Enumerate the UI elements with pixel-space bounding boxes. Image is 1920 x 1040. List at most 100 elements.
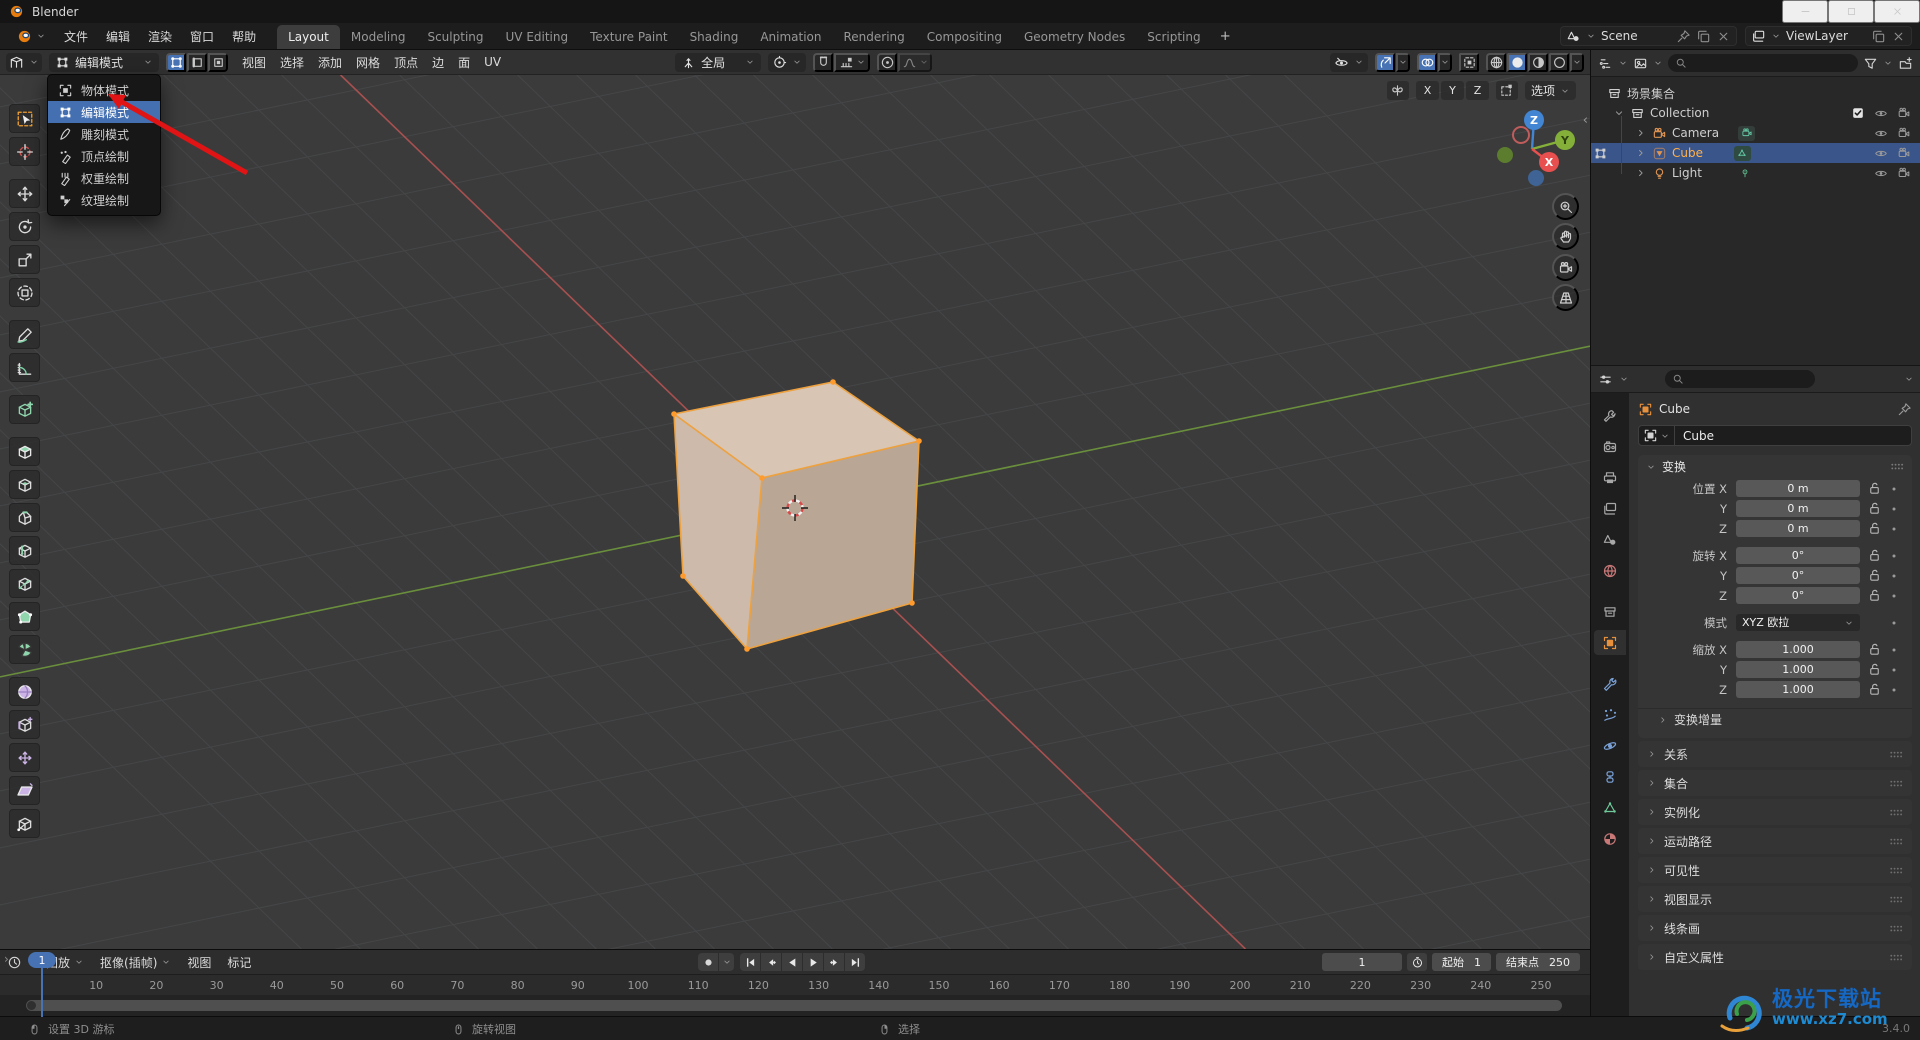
tab-collection[interactable]: [1594, 599, 1626, 624]
drag-dots-icon[interactable]: [1888, 921, 1903, 936]
value-field[interactable]: 1.000: [1736, 661, 1860, 678]
tab-tool[interactable]: [1594, 403, 1626, 428]
copy-icon[interactable]: [1696, 29, 1711, 44]
cube-object[interactable]: [0, 75, 1590, 949]
tab-constraints[interactable]: [1594, 764, 1626, 789]
end-frame-field[interactable]: 结束点 250: [1496, 953, 1580, 971]
lock-open-icon[interactable]: [1867, 662, 1882, 677]
tool-button[interactable]: [9, 635, 40, 664]
remove-icon[interactable]: [1891, 29, 1906, 44]
collapse-arrow-icon[interactable]: [1613, 107, 1625, 119]
mirror-button[interactable]: [1386, 81, 1409, 100]
lock-open-icon[interactable]: [1867, 501, 1882, 516]
camera-restrict-icon[interactable]: [1897, 106, 1911, 120]
options-dropdown[interactable]: 选项: [1524, 81, 1576, 100]
keyframe-dot-icon[interactable]: [1889, 665, 1899, 675]
rotation-mode-dropdown[interactable]: XYZ 欧拉: [1736, 614, 1860, 631]
keyframe-dot-icon[interactable]: [1889, 484, 1899, 494]
collapsed-panel[interactable]: 可见性: [1638, 857, 1912, 883]
unlink-icon[interactable]: [1716, 29, 1731, 44]
shading-dropdown[interactable]: [1570, 52, 1584, 72]
jump-to-start-button[interactable]: [740, 953, 760, 971]
collapsed-panel[interactable]: 视图显示: [1638, 886, 1912, 912]
transform-delta-subpanel[interactable]: 变换增量: [1638, 708, 1912, 730]
viewport-menu-item[interactable]: 网格: [349, 51, 387, 74]
collapsed-panel[interactable]: 线条画: [1638, 915, 1912, 941]
camera-restrict-icon[interactable]: [1897, 146, 1911, 160]
collapsed-panel[interactable]: 关系: [1638, 741, 1912, 767]
current-frame-badge[interactable]: 1: [28, 952, 56, 968]
object-name-field[interactable]: Cube: [1638, 425, 1912, 446]
orientation-dropdown[interactable]: 全局: [675, 52, 762, 72]
tool-button[interactable]: [9, 470, 40, 499]
pin-icon[interactable]: [1676, 29, 1691, 44]
show-overlays-toggle[interactable]: [1417, 52, 1437, 72]
workspace-tab[interactable]: UV Editing: [495, 25, 580, 49]
properties-editor-icon[interactable]: [1598, 372, 1613, 387]
eye-icon[interactable]: [1874, 166, 1888, 180]
view-menu[interactable]: 视图: [181, 951, 217, 974]
tab-view-layer[interactable]: [1594, 496, 1626, 521]
menu-item[interactable]: 窗口: [181, 24, 223, 49]
blender-app-menu[interactable]: [8, 25, 55, 48]
tool-button[interactable]: [9, 320, 40, 349]
proportional-edit-toggle[interactable]: [877, 52, 898, 72]
timeline-ruler[interactable]: 10 20 30 40 50 60 70 80 90 100 110 120 130 140 150 160 1…: [0, 974, 1590, 995]
lock-open-icon[interactable]: [1867, 682, 1882, 697]
outliner-search-input[interactable]: [1668, 54, 1858, 72]
lock-open-icon[interactable]: [1867, 548, 1882, 563]
chevron-down-icon[interactable]: [1904, 374, 1914, 384]
workspace-tab[interactable]: Geometry Nodes: [1013, 25, 1136, 49]
drag-dots-icon[interactable]: [1888, 805, 1903, 820]
expand-arrow-icon[interactable]: [1635, 147, 1647, 159]
close-button[interactable]: [1874, 0, 1920, 23]
expand-arrow-icon[interactable]: [1635, 127, 1647, 139]
next-keyframe-button[interactable]: [824, 953, 844, 971]
value-field[interactable]: 0 m: [1736, 500, 1860, 517]
tab-render[interactable]: [1594, 434, 1626, 459]
menu-item[interactable]: 帮助: [223, 24, 265, 49]
vertex-select-button[interactable]: [166, 52, 186, 72]
scene-collection-row[interactable]: 场景集合: [1591, 83, 1920, 103]
tool-button[interactable]: [9, 677, 40, 706]
marker-menu[interactable]: 标记: [221, 951, 257, 974]
eye-icon[interactable]: [1874, 106, 1888, 120]
camera-restrict-icon[interactable]: [1897, 126, 1911, 140]
tool-button[interactable]: [9, 137, 40, 166]
workspace-tab[interactable]: Rendering: [833, 25, 916, 49]
mirror-axis-button[interactable]: Z: [1465, 81, 1489, 100]
value-field[interactable]: 1.000: [1736, 641, 1860, 658]
face-select-button[interactable]: [208, 52, 228, 72]
drag-dots-icon[interactable]: [1889, 459, 1904, 474]
mode-menu-item[interactable]: 权重绘制: [48, 167, 160, 189]
tab-modifiers[interactable]: [1594, 671, 1626, 696]
viewport-menu-item[interactable]: 添加: [311, 51, 349, 74]
keyframe-dot-icon[interactable]: [1889, 551, 1899, 561]
keyframe-dot-icon[interactable]: [1889, 591, 1899, 601]
workspace-tab[interactable]: Layout: [277, 25, 340, 49]
tab-output[interactable]: [1594, 465, 1626, 490]
menu-item[interactable]: 渲染: [139, 24, 181, 49]
tool-button[interactable]: [9, 809, 40, 838]
overlays-dropdown[interactable]: [1438, 52, 1452, 72]
tool-button[interactable]: [9, 212, 40, 241]
lock-open-icon[interactable]: [1867, 481, 1882, 496]
menu-item[interactable]: 文件: [55, 24, 97, 49]
drag-dots-icon[interactable]: [1888, 950, 1903, 965]
properties-search-input[interactable]: [1665, 370, 1815, 388]
camera-row[interactable]: Camera: [1591, 123, 1920, 143]
timeline-scrollbar[interactable]: [26, 1000, 1562, 1011]
play-button[interactable]: [803, 953, 823, 971]
drag-dots-icon[interactable]: [1888, 863, 1903, 878]
visibility-dropdown[interactable]: [1330, 52, 1368, 72]
playhead[interactable]: [41, 968, 43, 1017]
drag-dots-icon[interactable]: [1888, 747, 1903, 762]
mode-menu-item[interactable]: 编辑模式: [48, 101, 160, 123]
tab-world[interactable]: [1594, 558, 1626, 583]
jump-to-end-button[interactable]: [845, 953, 865, 971]
mode-menu-item[interactable]: 顶点绘制: [48, 145, 160, 167]
play-reverse-button[interactable]: [782, 953, 802, 971]
navigation-gizmo[interactable]: Z Y X: [1482, 101, 1582, 201]
viewlayer-selector[interactable]: ViewLayer: [1745, 26, 1912, 46]
record-button[interactable]: [698, 953, 718, 971]
